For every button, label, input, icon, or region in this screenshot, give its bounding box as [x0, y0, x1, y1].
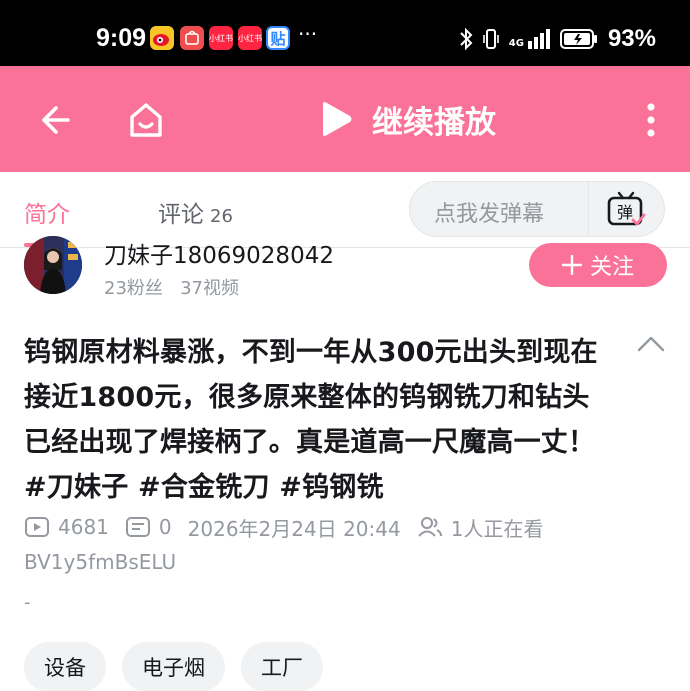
- uploader-name[interactable]: 刀妹子18069028042: [104, 236, 334, 270]
- more-options-button[interactable]: [626, 94, 676, 146]
- tag-chip[interactable]: 电子烟: [122, 642, 225, 691]
- xiaohongshu-icon: 小红书: [209, 26, 233, 50]
- danmaku-count: 0: [158, 515, 172, 539]
- tag-chip[interactable]: 工厂: [241, 642, 323, 691]
- video-top-bar: 继续播放: [0, 66, 690, 172]
- follow-button[interactable]: 关注: [529, 243, 667, 287]
- more-notifications-icon: ···: [298, 22, 318, 46]
- continue-play-button[interactable]: 继续播放: [318, 96, 496, 142]
- fans-count: 23粉丝: [104, 278, 163, 299]
- home-icon: [130, 103, 162, 137]
- signal-icon: 4G: [509, 29, 550, 49]
- back-button[interactable]: [28, 94, 80, 146]
- vibrate-icon: [482, 29, 499, 49]
- play-count-icon: [25, 517, 49, 537]
- back-arrow-icon: [42, 106, 70, 134]
- watching-count: 1人正在看: [450, 516, 544, 541]
- danmaku-glyph: 弹: [617, 203, 633, 222]
- tab-comments[interactable]: 评论 26: [158, 195, 233, 229]
- status-time: 9:09: [96, 24, 147, 52]
- continue-play-label: 继续播放: [372, 104, 496, 141]
- video-count: 37视频: [180, 278, 239, 299]
- home-button[interactable]: [120, 94, 172, 146]
- danmaku-input-placeholder[interactable]: 点我发弹幕: [434, 196, 544, 228]
- network-type: 4G: [508, 38, 524, 49]
- danmaku-divider: [588, 182, 589, 236]
- watching-people-icon: [417, 517, 442, 537]
- uploader-avatar[interactable]: [24, 236, 82, 294]
- publish-time: 2026年2月24日 20:44: [187, 516, 401, 541]
- view-count: 4681: [58, 515, 109, 539]
- tag-list: 设备 电子烟 工厂: [24, 642, 323, 691]
- bvid[interactable]: BV1y5fmBsELU: [24, 550, 176, 574]
- play-icon: [323, 102, 352, 136]
- comment-count: 26: [210, 206, 233, 227]
- tab-comments-label: 评论: [158, 202, 204, 228]
- huawei-store-icon: [180, 26, 204, 50]
- danmaku-settings-icon: 弹: [607, 191, 646, 226]
- weibo-icon: [150, 26, 174, 50]
- danmaku-count-icon: [125, 517, 150, 537]
- danmaku-input-bar[interactable]: 点我发弹幕 弹: [409, 181, 665, 237]
- xiaohongshu-icon-2: 小红书: [238, 26, 262, 50]
- uploader-stats: 23粉丝 37视频: [104, 274, 239, 300]
- chevron-up-icon: [637, 336, 665, 352]
- tieba-icon: 贴: [266, 26, 290, 50]
- battery-percentage: 93%: [607, 25, 656, 52]
- status-bar: 9:09 小红书 小红书 贴 ··· 4G 93%: [0, 0, 690, 66]
- plus-icon: [561, 255, 582, 275]
- video-title: 钨钢原材料暴涨，不到一年从300元出头到现在接近1800元，很多原来整体的钨钢铣…: [24, 337, 598, 503]
- tag-chip[interactable]: 设备: [24, 642, 106, 691]
- collapse-description-button[interactable]: [636, 332, 666, 356]
- video-meta: 4681 0 2026年2月24日 20:44 1人正在看: [24, 512, 543, 542]
- danmaku-toggle-button[interactable]: 弹: [606, 190, 646, 230]
- more-vertical-icon: [647, 103, 655, 137]
- tab-intro[interactable]: 简介: [24, 195, 70, 229]
- description-text: -: [24, 592, 31, 613]
- battery-icon: [559, 29, 597, 49]
- follow-label: 关注: [589, 255, 634, 280]
- bluetooth-icon: [460, 27, 473, 51]
- status-right: 4G 93%: [459, 24, 656, 54]
